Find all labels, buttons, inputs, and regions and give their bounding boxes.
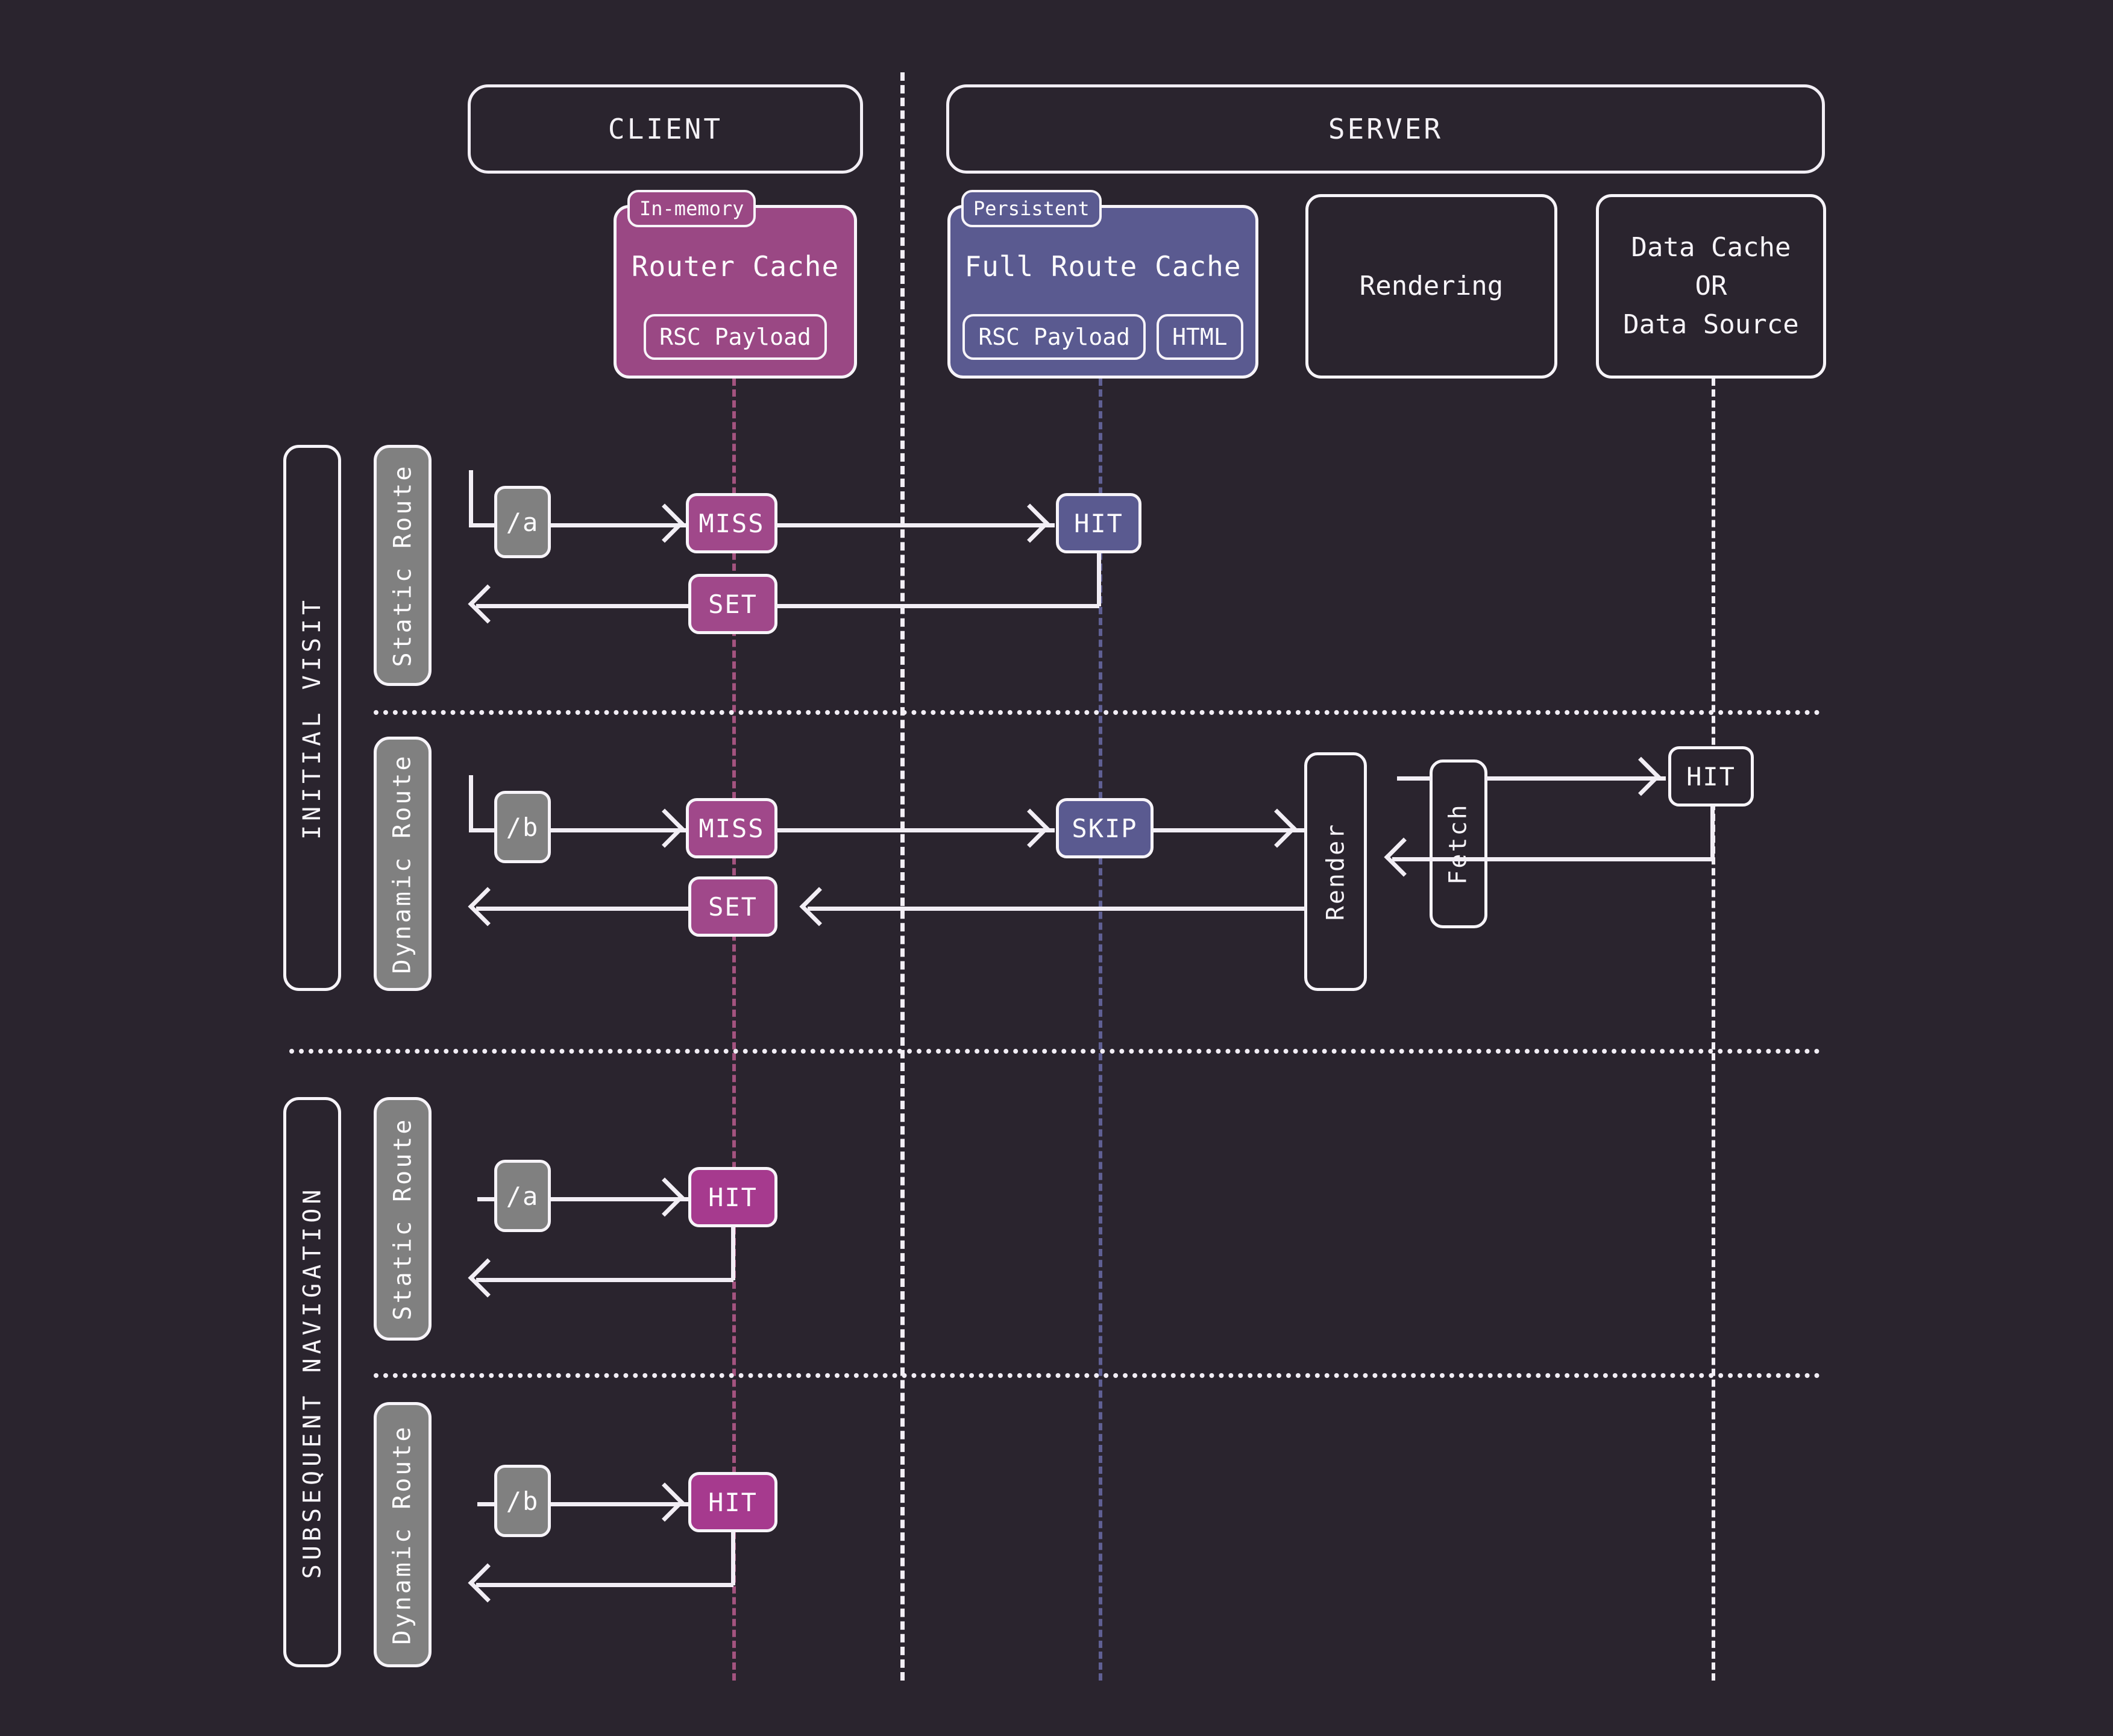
initial-dynamic-route-label: /b <box>506 812 539 842</box>
initial-dynamic-data-chip: HIT <box>1668 746 1754 807</box>
subsequent-static-router-label: HIT <box>708 1182 758 1212</box>
initial-dynamic-req-arrow-2 <box>1010 808 1050 848</box>
initial-static-set-chip: SET <box>688 574 777 634</box>
subsequent-static-route-chip: /a <box>494 1160 551 1232</box>
client-server-divider <box>900 72 905 1681</box>
full-route-cache-slot-html: HTML <box>1157 314 1243 360</box>
lane-rail-subsequent-static: Static Route <box>374 1097 432 1341</box>
data-return-vline <box>1710 807 1715 860</box>
initial-dynamic-route-chip: /b <box>494 791 551 863</box>
fetch-to-data-arrow <box>1621 756 1661 796</box>
subsequent-dynamic-router-chip: HIT <box>688 1472 777 1532</box>
rendering-label: Rendering <box>1359 271 1504 302</box>
initial-static-return-arrow <box>468 584 507 624</box>
subsequent-dynamic-router-label: HIT <box>708 1487 758 1517</box>
initial-static-req-arrow-2 <box>1010 503 1050 543</box>
participant-client-label: CLIENT <box>608 113 723 145</box>
full-route-cache-box: Persistent Full Route Cache RSC Payload … <box>947 190 1258 379</box>
initial-dynamic-return-hline-right <box>808 907 1307 911</box>
lane-rail-initial-dynamic-label: Dynamic Route <box>389 753 417 974</box>
subsequent-static-router-chip: HIT <box>688 1167 777 1227</box>
initial-dynamic-hook-vline <box>469 775 473 831</box>
section-separator-2 <box>289 1049 1820 1054</box>
data-cache-box: Data Cache OR Data Source <box>1596 194 1826 379</box>
router-cache-slots: RSC Payload <box>617 314 854 360</box>
subsequent-dynamic-route-chip: /b <box>494 1465 551 1537</box>
render-activation-label: Render <box>1322 822 1349 921</box>
section-separator-3 <box>374 1373 1820 1378</box>
lane-rail-subsequent-static-label: Static Route <box>389 1117 417 1321</box>
full-route-cache-slots: RSC Payload HTML <box>950 314 1255 360</box>
initial-dynamic-return-arrow-right <box>799 887 839 926</box>
subsequent-static-return-vline <box>731 1227 735 1280</box>
fetch-activation-bar: Fetch <box>1430 760 1487 928</box>
full-route-cache-slot-rsc: RSC Payload <box>962 314 1146 360</box>
initial-dynamic-set-label: SET <box>708 892 758 922</box>
section-separator-1 <box>374 710 1820 715</box>
render-activation-bar: Render <box>1304 752 1367 991</box>
initial-dynamic-router-label: MISS <box>699 813 765 843</box>
initial-static-full-route-label: HIT <box>1074 508 1123 538</box>
subsequent-static-req-arrow <box>645 1177 685 1217</box>
initial-static-route-label: /a <box>506 507 539 537</box>
initial-dynamic-req-arrow-1 <box>645 808 685 848</box>
initial-dynamic-req-arrow-3 <box>1257 808 1297 848</box>
subsequent-dynamic-return-hline <box>476 1583 733 1587</box>
lane-rail-subsequent-dynamic: Dynamic Route <box>374 1402 432 1667</box>
section-rail-initial-visit-label: INITIAL VISIT <box>298 596 327 840</box>
initial-static-set-label: SET <box>708 589 758 619</box>
data-return-arrow <box>1384 837 1424 877</box>
initial-dynamic-router-chip: MISS <box>686 798 777 858</box>
lane-rail-initial-static: Static Route <box>374 445 432 686</box>
lane-rail-initial-dynamic: Dynamic Route <box>374 737 432 991</box>
subsequent-dynamic-route-label: /b <box>506 1486 539 1516</box>
router-cache-tag: In-memory <box>627 190 756 227</box>
router-cache-slot-rsc: RSC Payload <box>644 314 827 360</box>
initial-dynamic-return-arrow-left <box>468 887 507 926</box>
initial-static-route-chip: /a <box>494 486 551 558</box>
fetch-activation-label: Fetch <box>1445 803 1473 885</box>
router-cache-title: Router Cache <box>631 250 840 283</box>
initial-dynamic-return-hline-left <box>476 907 688 911</box>
initial-dynamic-full-route-chip: SKIP <box>1056 798 1154 858</box>
full-route-cache-title: Full Route Cache <box>964 250 1242 283</box>
subsequent-static-return-hline <box>476 1278 733 1282</box>
data-cache-lifeline <box>1712 379 1715 1681</box>
subsequent-static-return-arrow <box>468 1258 507 1298</box>
participant-client: CLIENT <box>468 84 863 174</box>
initial-static-return-vline <box>1097 553 1101 606</box>
full-route-cache-tag: Persistent <box>961 190 1102 227</box>
section-rail-initial-visit: INITIAL VISIT <box>283 445 341 991</box>
initial-dynamic-full-route-label: SKIP <box>1072 813 1138 843</box>
rendering-box: Rendering <box>1305 194 1557 379</box>
data-cache-line-2: OR <box>1695 271 1727 302</box>
diagram-canvas: CLIENT SERVER In-memory Router Cache RSC… <box>0 0 2113 1736</box>
data-cache-line-3: Data Source <box>1623 309 1799 340</box>
section-rail-subsequent-navigation: SUBSEQUENT NAVIGATION <box>283 1097 341 1667</box>
initial-static-return-hline <box>476 604 1099 608</box>
initial-static-full-route-chip: HIT <box>1056 493 1141 553</box>
subsequent-dynamic-req-arrow <box>645 1482 685 1522</box>
initial-dynamic-set-chip: SET <box>688 876 777 937</box>
lane-rail-initial-static-label: Static Route <box>389 464 417 667</box>
initial-static-req-arrow-1 <box>645 503 685 543</box>
initial-static-router-chip: MISS <box>686 493 777 553</box>
data-return-hline <box>1392 857 1712 861</box>
router-cache-box: In-memory Router Cache RSC Payload <box>614 190 857 379</box>
participant-server: SERVER <box>946 84 1825 174</box>
initial-static-router-label: MISS <box>699 508 765 538</box>
lane-rail-subsequent-dynamic-label: Dynamic Route <box>389 1424 417 1645</box>
initial-dynamic-data-label: HIT <box>1686 761 1736 791</box>
initial-static-hook-vline <box>469 470 473 526</box>
subsequent-dynamic-return-vline <box>731 1532 735 1585</box>
participant-server-label: SERVER <box>1328 113 1443 145</box>
render-to-fetch-stub <box>1397 776 1432 781</box>
subsequent-static-route-label: /a <box>506 1181 539 1211</box>
section-rail-subsequent-navigation-label: SUBSEQUENT NAVIGATION <box>298 1185 327 1579</box>
subsequent-dynamic-return-arrow <box>468 1563 507 1603</box>
data-cache-line-1: Data Cache <box>1631 232 1791 263</box>
